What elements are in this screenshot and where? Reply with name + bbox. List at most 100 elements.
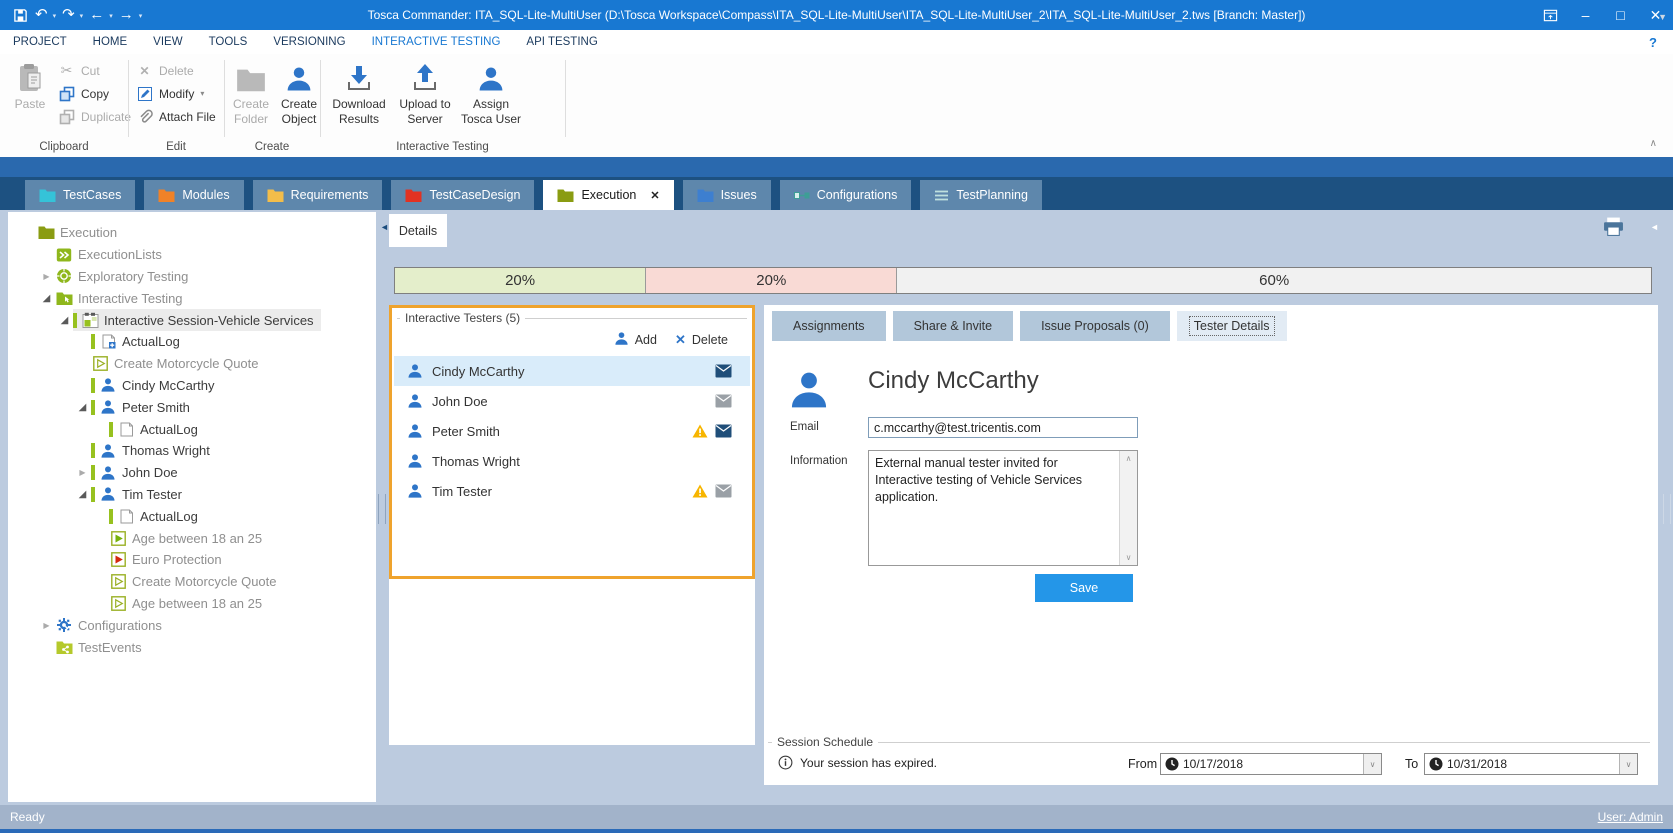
forward-dropdown-icon[interactable]: ▾ xyxy=(139,12,143,20)
tree-item-executionlists[interactable]: ExecutionLists xyxy=(8,244,376,266)
detail-tab-assignments[interactable]: Assignments xyxy=(772,311,886,341)
attach-file-button[interactable]: Attach File xyxy=(136,106,216,127)
delete-tester-button[interactable]: ✕ Delete xyxy=(675,332,728,348)
tree-item-tim-tester[interactable]: ◢Tim Tester xyxy=(8,484,376,506)
scrollbar[interactable]: ∧ ∨ xyxy=(1119,451,1137,565)
tab-modules[interactable]: Modules xyxy=(144,180,243,210)
menu-item-api-testing[interactable]: API TESTING xyxy=(513,30,610,54)
tab-testplanning[interactable]: TestPlanning xyxy=(920,180,1042,210)
expander-closed-icon[interactable]: ▶ xyxy=(38,272,55,281)
paste-button[interactable]: Paste xyxy=(6,58,54,112)
to-date-picker[interactable]: 10/31/2018 ∨ xyxy=(1424,753,1638,775)
information-field[interactable]: External manual tester invited for Inter… xyxy=(868,450,1138,566)
undo-icon[interactable]: ↶ xyxy=(32,0,51,30)
tree-item-configurations[interactable]: ▶Configurations xyxy=(8,614,376,636)
tester-row-tim-tester[interactable]: Tim Tester xyxy=(394,476,750,506)
back-dropdown-icon[interactable]: ▾ xyxy=(109,12,113,20)
expander-open-icon[interactable]: ◢ xyxy=(74,402,91,413)
tree-item-interactive-testing[interactable]: ◢Interactive Testing xyxy=(8,287,376,309)
maximize-icon[interactable]: □ xyxy=(1603,0,1638,30)
tree-item-euro-protection[interactable]: Euro Protection xyxy=(8,549,376,571)
download-results-button[interactable]: Download Results xyxy=(328,58,390,127)
dropdown-arrow-icon[interactable]: ∨ xyxy=(1619,754,1637,774)
dropdown-arrow-icon[interactable]: ∨ xyxy=(1363,754,1381,774)
expander-closed-icon[interactable]: ▶ xyxy=(38,621,55,630)
splitter-grip[interactable] xyxy=(1663,494,1671,524)
tab-requirements[interactable]: Requirements xyxy=(253,180,383,210)
tester-row-cindy-mccarthy[interactable]: Cindy McCarthy xyxy=(394,356,750,386)
tab-execution[interactable]: Execution✕ xyxy=(543,180,673,210)
forward-icon[interactable]: → xyxy=(116,0,137,30)
menu-item-view[interactable]: VIEW xyxy=(140,30,195,54)
detail-tab-issue-proposals-0[interactable]: Issue Proposals (0) xyxy=(1020,311,1170,341)
create-object-button[interactable]: Create Object xyxy=(276,58,322,127)
back-icon[interactable]: ← xyxy=(86,0,107,30)
user-admin-link[interactable]: User: Admin xyxy=(1598,810,1663,824)
ribbon-display-options-icon[interactable] xyxy=(1533,0,1568,30)
tester-row-thomas-wright[interactable]: Thomas Wright xyxy=(394,446,750,476)
tab-testcases[interactable]: TestCases xyxy=(25,180,135,210)
print-icon[interactable] xyxy=(1603,217,1624,241)
tree-item-actuallog[interactable]: ActualLog xyxy=(8,505,376,527)
add-tester-button[interactable]: Add xyxy=(614,331,657,349)
scroll-down-icon[interactable]: ∨ xyxy=(1126,553,1132,562)
delete-button[interactable]: ✕ Delete xyxy=(136,60,194,81)
email-field[interactable] xyxy=(868,417,1138,438)
cut-button[interactable]: ✂ Cut xyxy=(58,60,100,81)
tab-testcasedesign[interactable]: TestCaseDesign xyxy=(391,180,534,210)
redo-icon[interactable]: ↷ xyxy=(59,0,78,30)
tab-issues[interactable]: Issues xyxy=(683,180,771,210)
expander-open-icon[interactable]: ◢ xyxy=(56,315,73,326)
assign-tosca-user-button[interactable]: Assign Tosca User xyxy=(458,58,524,127)
splitter-grip[interactable] xyxy=(378,494,386,524)
scroll-left-icon[interactable]: ◄ xyxy=(380,222,389,232)
tree-item-create-motorcycle-quote[interactable]: Create Motorcycle Quote xyxy=(8,353,376,375)
tree-item-cindy-mccarthy[interactable]: Cindy McCarthy xyxy=(8,375,376,397)
detail-tab-tester-details[interactable]: Tester Details xyxy=(1177,311,1287,341)
menu-item-tools[interactable]: TOOLS xyxy=(196,30,261,54)
tab-configurations[interactable]: Configurations xyxy=(780,180,912,210)
tester-row-john-doe[interactable]: John Doe xyxy=(394,386,750,416)
tree-item-thomas-wright[interactable]: Thomas Wright xyxy=(8,440,376,462)
tree-item-peter-smith[interactable]: ◢Peter Smith xyxy=(8,396,376,418)
expander-open-icon[interactable]: ◢ xyxy=(74,489,91,500)
expander-closed-icon[interactable]: ▶ xyxy=(74,468,91,477)
tree-item-exploratory-testing[interactable]: ▶Exploratory Testing xyxy=(8,266,376,288)
tree-item-interactive-session-vehicle-services[interactable]: ◢Interactive Session-Vehicle Services xyxy=(8,309,376,331)
menu-item-interactive-testing[interactable]: INTERACTIVE TESTING xyxy=(359,30,514,54)
menu-item-versioning[interactable]: VERSIONING xyxy=(260,30,358,54)
tree-item-age-between-18-an-25[interactable]: Age between 18 an 25 xyxy=(8,527,376,549)
tree-item-create-motorcycle-quote[interactable]: Create Motorcycle Quote xyxy=(8,571,376,593)
redo-dropdown-icon[interactable]: ▾ xyxy=(80,12,84,20)
menu-item-project[interactable]: PROJECT xyxy=(0,30,80,54)
modify-dropdown-icon[interactable]: ▾ xyxy=(200,89,204,98)
tree-item-age-between-18-an-25[interactable]: Age between 18 an 25 xyxy=(8,593,376,615)
tree-item-actuallog[interactable]: ActualLog xyxy=(8,418,376,440)
minimize-icon[interactable]: – xyxy=(1568,0,1603,30)
upload-to-server-button[interactable]: Upload to Server xyxy=(394,58,456,127)
modify-button[interactable]: Modify ▾ xyxy=(136,83,204,104)
menu-item-home[interactable]: HOME xyxy=(80,30,141,54)
tab-overflow-icon[interactable]: ▼ xyxy=(1658,12,1667,22)
collapse-ribbon-icon[interactable]: ∧ xyxy=(1650,138,1657,149)
close-icon[interactable]: ✕ xyxy=(1638,0,1673,30)
from-date-picker[interactable]: 10/17/2018 ∨ xyxy=(1160,753,1382,775)
copy-button[interactable]: Copy xyxy=(58,83,109,104)
detail-tab-share-invite[interactable]: Share & Invite xyxy=(893,311,1014,341)
undo-dropdown-icon[interactable]: ▾ xyxy=(53,12,57,20)
tree-item-testevents[interactable]: TestEvents xyxy=(8,636,376,658)
save-icon[interactable] xyxy=(10,8,31,23)
details-tab[interactable]: Details xyxy=(389,214,447,247)
help-icon[interactable]: ? xyxy=(1649,35,1673,50)
scroll-right-icon[interactable]: ◄ xyxy=(1650,222,1659,232)
duplicate-button[interactable]: Duplicate xyxy=(58,106,131,127)
scroll-up-icon[interactable]: ∧ xyxy=(1126,454,1132,463)
expander-open-icon[interactable]: ◢ xyxy=(38,293,55,304)
save-button[interactable]: Save xyxy=(1035,574,1133,602)
create-folder-button[interactable]: Create Folder xyxy=(228,58,274,127)
tester-row-peter-smith[interactable]: Peter Smith xyxy=(394,416,750,446)
tree-item-execution[interactable]: Execution xyxy=(8,222,376,244)
tree-item-john-doe[interactable]: ▶John Doe xyxy=(8,462,376,484)
close-tab-icon[interactable]: ✕ xyxy=(650,189,659,202)
tree-item-actuallog[interactable]: ActualLog xyxy=(8,331,376,353)
